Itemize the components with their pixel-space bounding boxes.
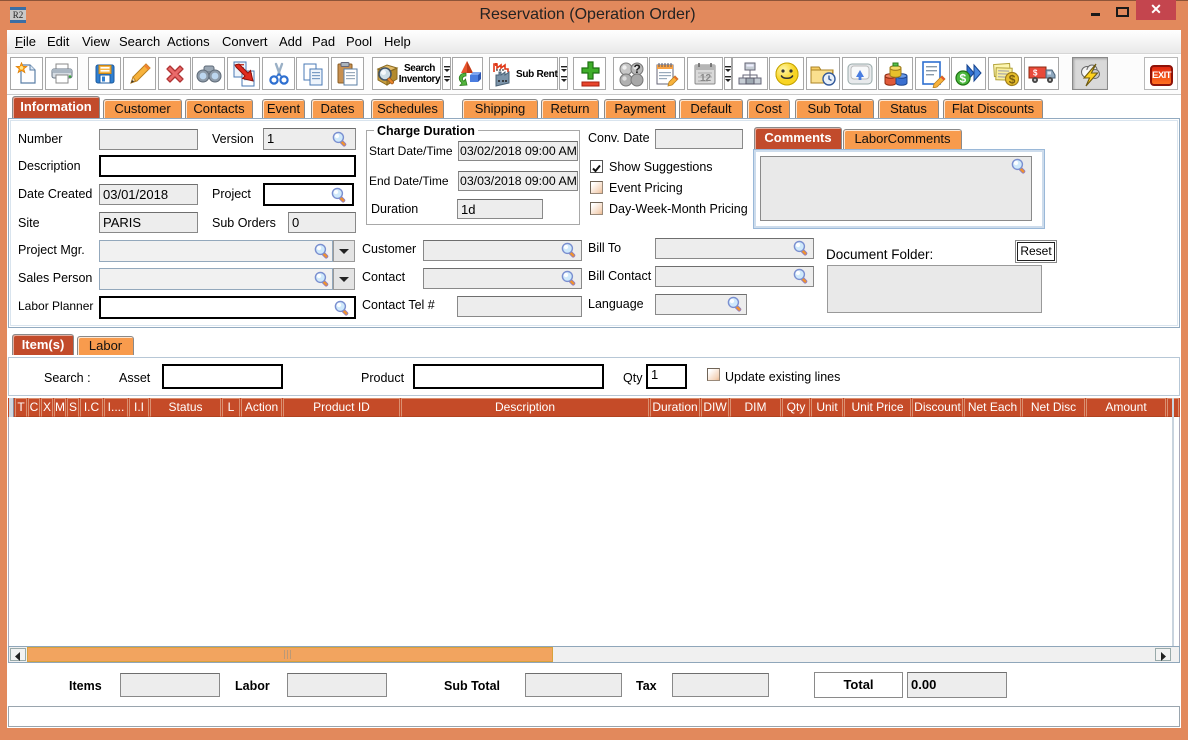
svg-text:12: 12 — [700, 73, 712, 84]
svg-text:$: $ — [959, 71, 966, 85]
svg-text:$: $ — [1033, 68, 1038, 77]
svg-text:?: ? — [633, 62, 640, 76]
svg-text:$: $ — [1009, 72, 1016, 86]
